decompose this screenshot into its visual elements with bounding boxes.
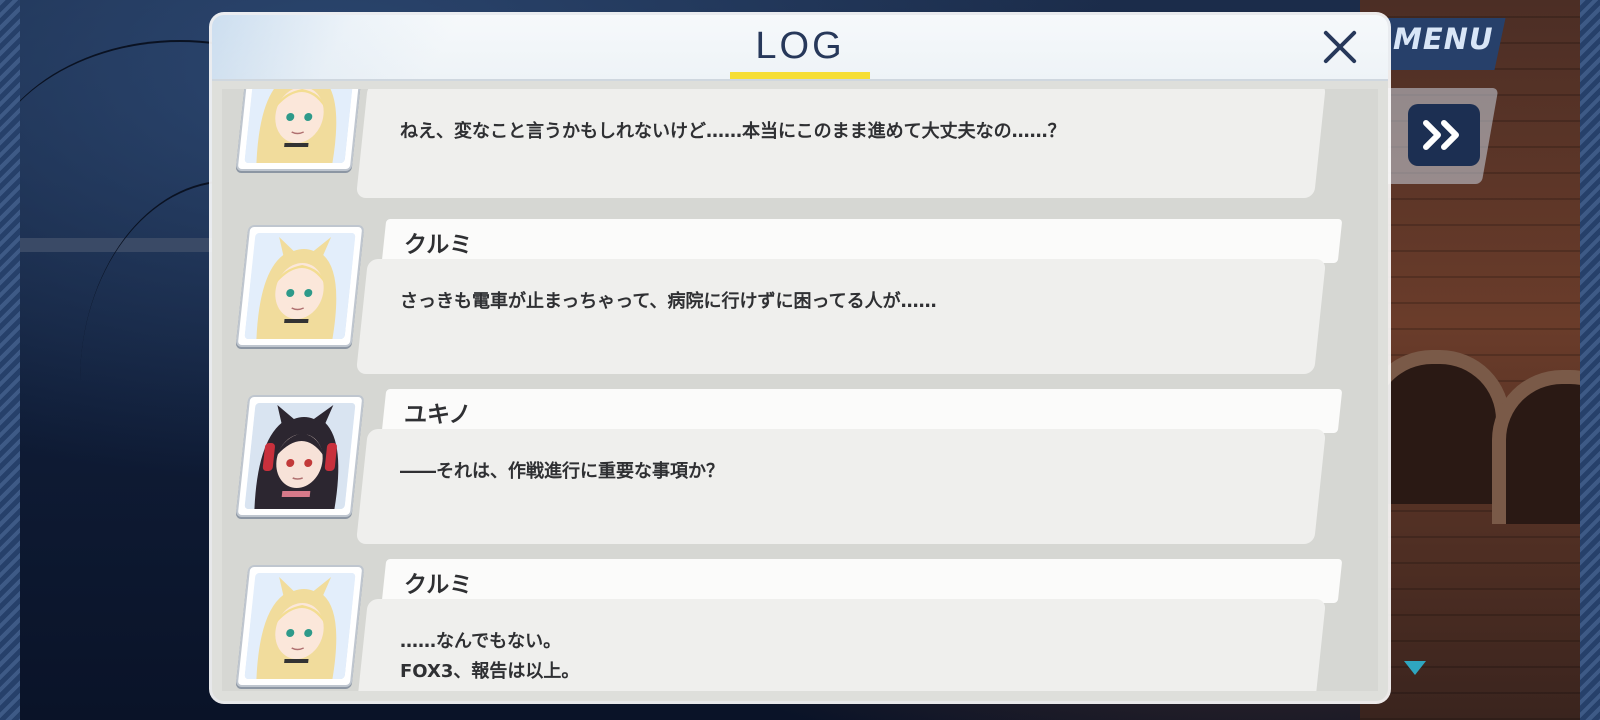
speaker-portrait [235, 395, 365, 517]
speaker-name: クルミ [404, 232, 473, 258]
speaker-name-bar [381, 389, 1343, 433]
speaker-portrait [235, 225, 365, 347]
dialogue-line: FOX3、報告は以上。 [400, 661, 580, 682]
dialogue-line: ――それは、作戦進行に重要な事項か？ [400, 461, 724, 482]
dialogue-box [355, 259, 1327, 374]
log-entry: クルミ ……なんでもない。 FOX3、報告は以上。 [222, 559, 1378, 691]
triangle-down-icon[interactable] [1404, 661, 1426, 675]
speaker-portrait [235, 565, 365, 687]
left-border-stripe [0, 0, 20, 720]
menu-label[interactable]: MENU [1393, 22, 1494, 56]
dialogue-box [355, 429, 1327, 544]
log-entry: ねえ、変なこと言うかもしれないけど……本当にこのまま進めて大丈夫なの……？ [222, 89, 1378, 203]
log-entry-list[interactable]: ねえ、変なこと言うかもしれないけど……本当にこのまま進めて大丈夫なの……？ クル… [222, 89, 1378, 691]
speaker-name: ユキノ [404, 402, 472, 428]
kurumi-portrait [244, 233, 356, 339]
dialogue-box [355, 89, 1327, 198]
log-dialog: LOG ねえ、変なこと言うかもしれないけど……本当にこのまま進めて大丈夫なの……… [212, 15, 1388, 701]
kurumi-portrait [244, 573, 356, 679]
right-border-stripe [1580, 0, 1600, 720]
close-button[interactable] [1320, 27, 1360, 67]
kurumi-portrait [244, 89, 356, 163]
title-underline [730, 72, 870, 79]
dialogue-line: ……なんでもない。 [400, 631, 562, 652]
yukino-portrait [244, 403, 356, 509]
double-chevron-right-icon [1423, 120, 1459, 150]
dialogue-line: さっきも電車が止まっちゃって、病院に行けずに困ってる人が…… [400, 291, 937, 312]
speaker-name: クルミ [404, 572, 473, 598]
log-header: LOG [212, 15, 1388, 81]
speaker-name-bar [381, 559, 1343, 603]
speaker-portrait [235, 89, 365, 171]
log-entry: ユキノ ――それは、作戦進行に重要な事項か？ [222, 389, 1378, 549]
log-title: LOG [755, 25, 845, 67]
speaker-name-bar [381, 219, 1343, 263]
fast-forward-button[interactable] [1408, 104, 1480, 166]
dialogue-line: ねえ、変なこと言うかもしれないけど……本当にこのまま進めて大丈夫なの……？ [400, 121, 1066, 142]
log-entry: クルミ さっきも電車が止まっちゃって、病院に行けずに困ってる人が…… [222, 219, 1378, 379]
